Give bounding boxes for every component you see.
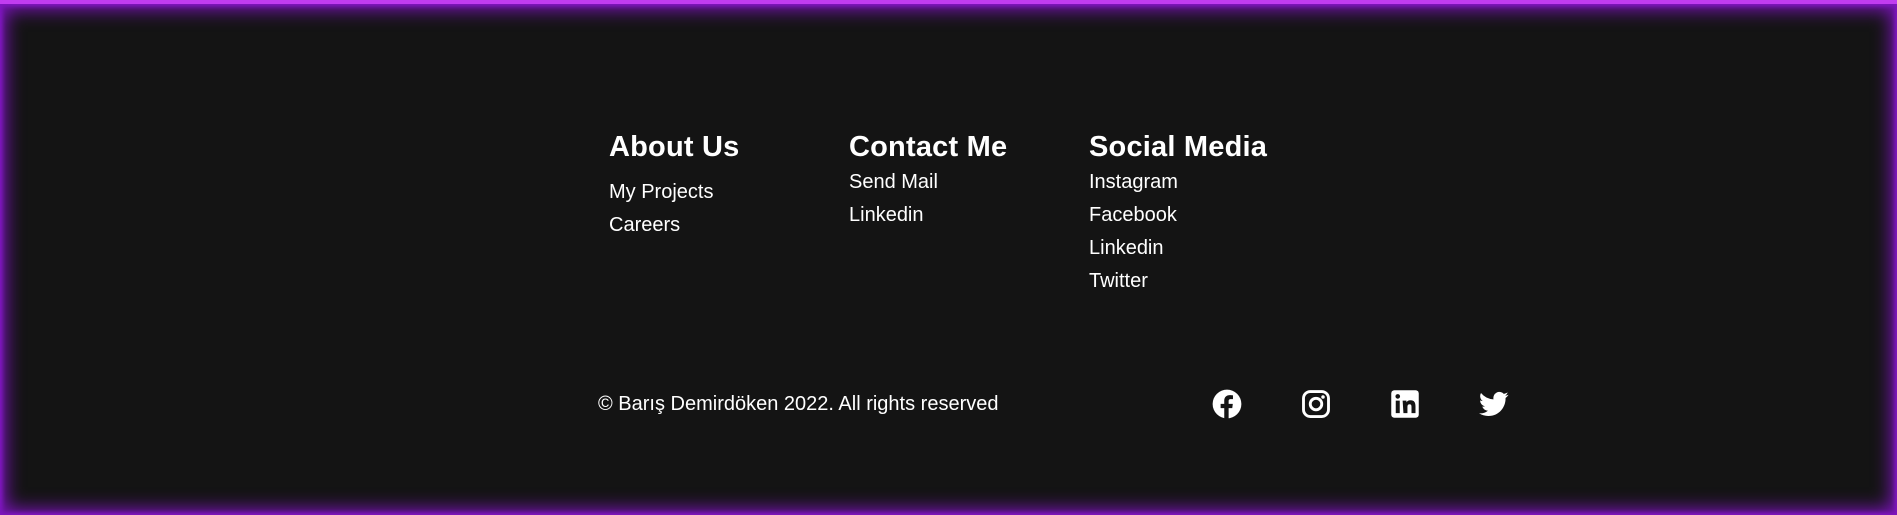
linkedin-icon[interactable] [1388, 387, 1422, 421]
about-heading: About Us [609, 131, 740, 163]
link-careers[interactable]: Careers [609, 209, 849, 242]
social-links: Instagram Facebook Linkedin Twitter [1089, 166, 1329, 298]
about-column: About Us My Projects Careers [609, 130, 849, 298]
link-send-mail[interactable]: Send Mail [849, 166, 1089, 199]
link-facebook[interactable]: Facebook [1089, 199, 1329, 232]
contact-links: Send Mail Linkedin [849, 166, 1089, 232]
site-footer: About Us My Projects Careers Contact Me … [0, 0, 1897, 515]
link-my-projects[interactable]: My Projects [609, 176, 849, 209]
link-twitter[interactable]: Twitter [1089, 265, 1329, 298]
social-column: Social Media Instagram Facebook Linkedin… [1089, 130, 1329, 298]
social-heading: Social Media [1089, 131, 1268, 163]
copyright-text: © Barış Demirdöken 2022. All rights rese… [598, 393, 999, 415]
about-links: My Projects Careers [609, 176, 849, 242]
twitter-icon[interactable] [1477, 387, 1511, 421]
contact-heading: Contact Me [849, 131, 1008, 163]
instagram-icon[interactable] [1299, 387, 1333, 421]
link-instagram[interactable]: Instagram [1089, 166, 1329, 199]
link-contact-linkedin[interactable]: Linkedin [849, 199, 1089, 232]
footer-columns: About Us My Projects Careers Contact Me … [609, 130, 1329, 298]
footer-bottom-bar: © Barış Demirdöken 2022. All rights rese… [598, 387, 1518, 421]
facebook-icon[interactable] [1210, 387, 1244, 421]
link-social-linkedin[interactable]: Linkedin [1089, 232, 1329, 265]
social-icons [1210, 387, 1566, 421]
contact-column: Contact Me Send Mail Linkedin [849, 130, 1089, 298]
